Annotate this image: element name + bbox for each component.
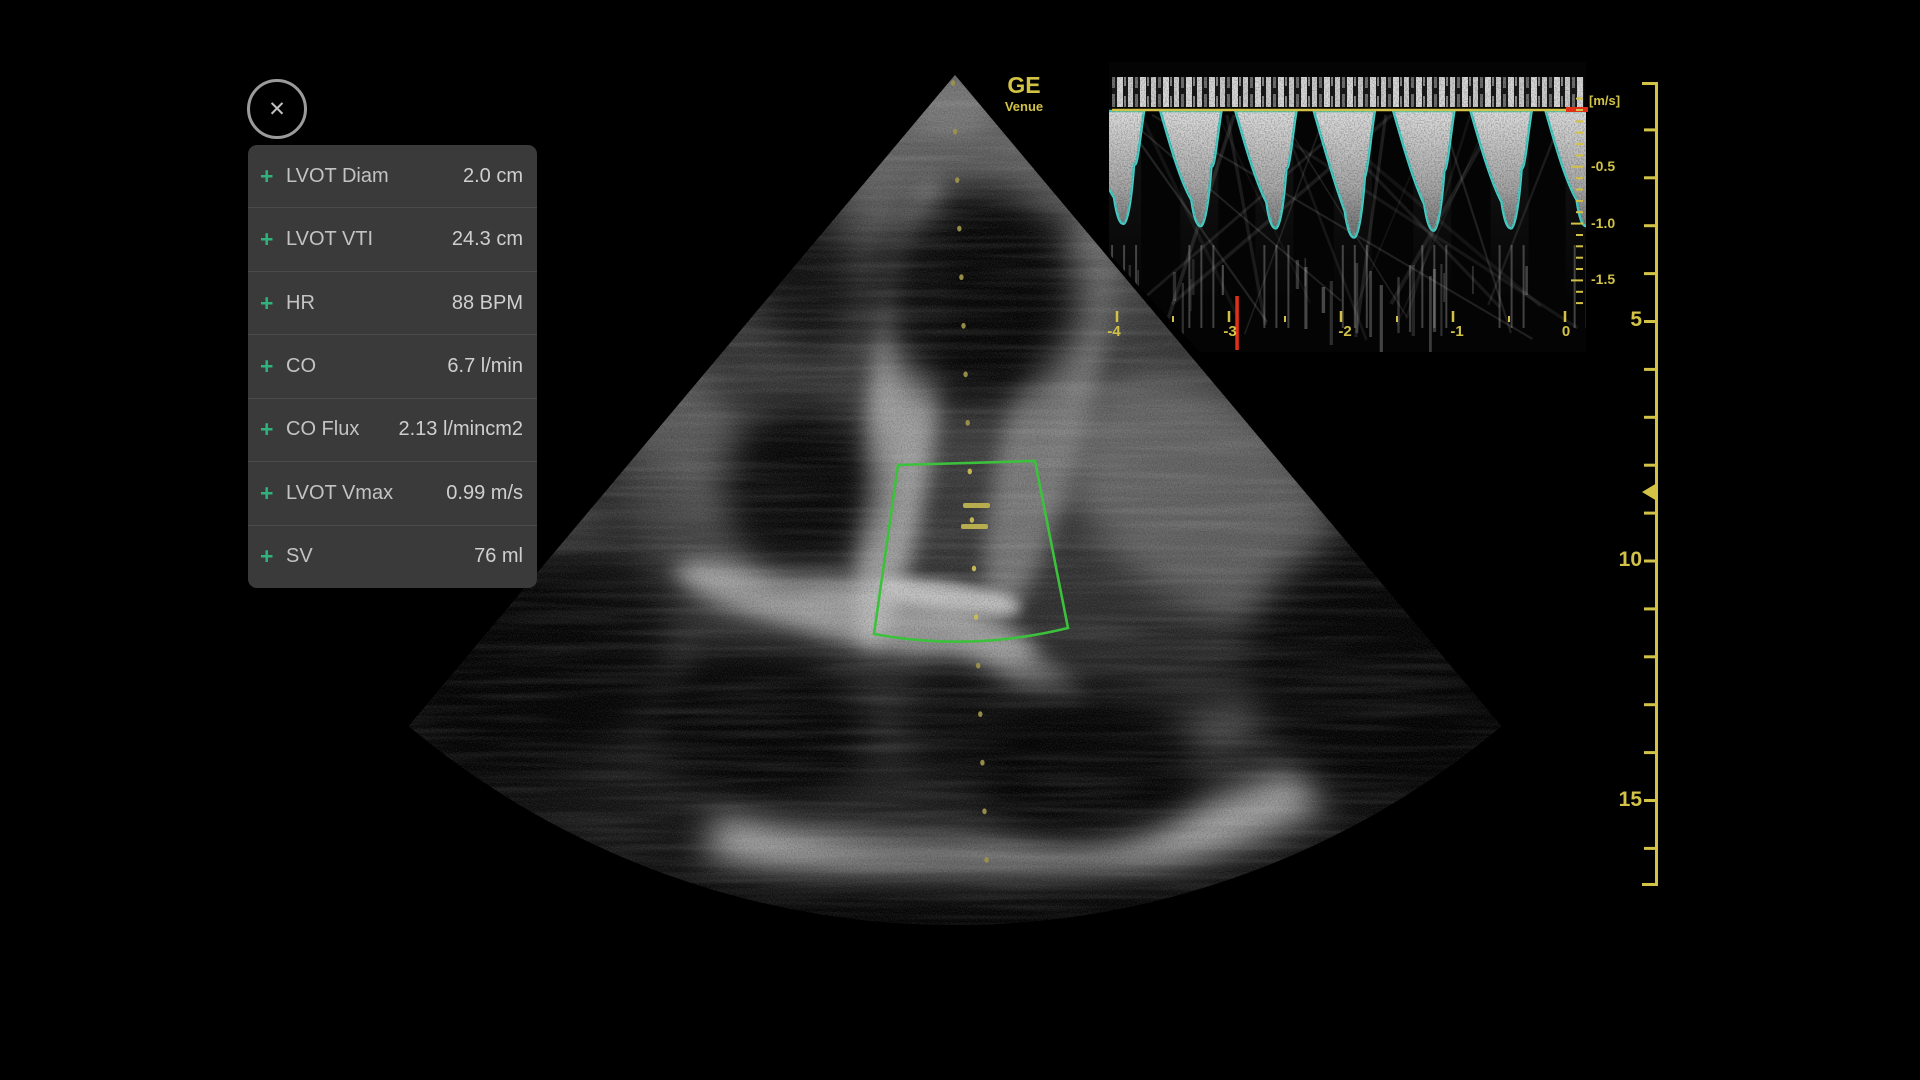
measurement-label: SV — [286, 545, 474, 568]
add-measurement-icon[interactable]: + — [260, 292, 286, 315]
measurement-value: 2.13 l/mincm2 — [399, 418, 524, 441]
measurement-row[interactable]: +LVOT Vmax0.99 m/s — [248, 461, 537, 524]
add-measurement-icon[interactable]: + — [260, 165, 286, 188]
depth-ruler — [1642, 82, 1657, 886]
measurement-label: LVOT Diam — [286, 165, 463, 188]
measurement-row[interactable]: +CO Flux2.13 l/mincm2 — [248, 398, 537, 461]
timeline-cursor[interactable] — [1235, 296, 1239, 350]
spectral-doppler-panel — [1083, 62, 1607, 359]
measurement-row[interactable]: +LVOT VTI24.3 cm — [248, 207, 537, 270]
focus-depth-marker[interactable] — [1642, 483, 1657, 501]
measurement-row[interactable]: +LVOT Diam2.0 cm — [248, 145, 537, 207]
measurement-value: 24.3 cm — [452, 228, 523, 251]
measurement-label: LVOT Vmax — [286, 482, 446, 505]
measurement-value: 76 ml — [474, 545, 523, 568]
add-measurement-icon[interactable]: + — [260, 418, 286, 441]
measurement-panel: +LVOT Diam2.0 cm+LVOT VTI24.3 cm+HR88 BP… — [248, 145, 537, 588]
measurement-label: HR — [286, 292, 452, 315]
measurement-value: 2.0 cm — [463, 165, 523, 188]
measurement-row[interactable]: +SV76 ml — [248, 525, 537, 588]
measurement-label: CO Flux — [286, 418, 399, 441]
measurement-row[interactable]: +HR88 BPM — [248, 271, 537, 334]
measurement-value: 6.7 l/min — [447, 355, 523, 378]
add-measurement-icon[interactable]: + — [260, 228, 286, 251]
measurement-value: 88 BPM — [452, 292, 523, 315]
close-panel-button[interactable]: ✕ — [247, 79, 307, 139]
measurement-value: 0.99 m/s — [446, 482, 523, 505]
add-measurement-icon[interactable]: + — [260, 355, 286, 378]
add-measurement-icon[interactable]: + — [260, 482, 286, 505]
measurement-label: CO — [286, 355, 447, 378]
add-measurement-icon[interactable]: + — [260, 545, 286, 568]
measurement-label: LVOT VTI — [286, 228, 452, 251]
measurement-row[interactable]: +CO6.7 l/min — [248, 334, 537, 397]
